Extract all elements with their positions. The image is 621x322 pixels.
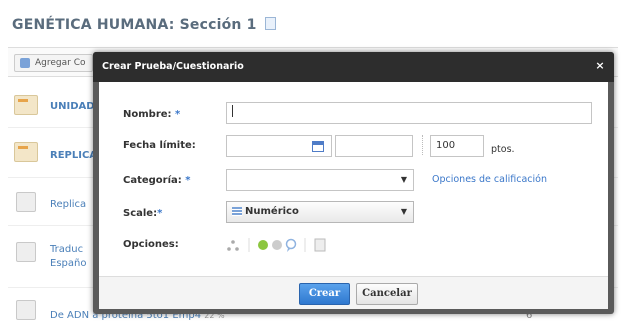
document-icon [16, 242, 36, 262]
copy-icon[interactable] [314, 238, 326, 252]
document-icon [16, 192, 36, 212]
folder-icon [14, 142, 38, 162]
name-label: Nombre: * [123, 109, 180, 120]
page-title-text: GENÉTICA HUMANA: Sección 1 [12, 17, 257, 33]
dialog-title: Crear Prueba/Cuestionario [102, 61, 244, 72]
green-dot-icon[interactable] [258, 240, 268, 250]
cancel-button[interactable]: Cancelar [356, 283, 418, 305]
category-select[interactable]: ▼ [226, 169, 414, 191]
chevron-down-icon: ▼ [400, 175, 407, 184]
chevron-down-icon: ▼ [400, 207, 407, 216]
scale-label: Scale:* [123, 208, 162, 219]
points-value: 100 [436, 140, 456, 151]
options-toolbar [227, 238, 326, 253]
create-button[interactable]: Crear [299, 283, 350, 305]
due-date-input[interactable] [226, 135, 332, 157]
document-icon [16, 300, 36, 320]
calendar-icon[interactable] [312, 141, 324, 152]
dialog-body: Nombre: * Fecha límite: 100 ptos. Catego… [99, 82, 608, 276]
name-label-text: Nombre: [123, 109, 172, 120]
dialog-footer: Crear Cancelar [99, 276, 608, 309]
list-item-label[interactable]: UNIDAD [50, 101, 95, 112]
scale-select[interactable]: Numérico ▼ [226, 201, 414, 223]
category-label: Categoría: * [123, 175, 191, 186]
close-icon[interactable]: × [594, 60, 606, 72]
due-date-label: Fecha límite: [123, 140, 196, 151]
add-content-button[interactable]: Agregar Co [14, 54, 93, 72]
points-unit: ptos. [491, 144, 515, 155]
gray-dot-icon[interactable] [272, 240, 282, 250]
points-input[interactable]: 100 [430, 135, 484, 157]
list-icon [232, 207, 242, 216]
list-item-label[interactable]: Replica [50, 199, 86, 210]
folder-icon [14, 95, 38, 115]
document-icon[interactable] [264, 17, 276, 30]
list-item-label[interactable]: Traduc [50, 244, 83, 255]
required-marker: * [185, 175, 191, 186]
list-item-label-line2[interactable]: Españo [50, 258, 86, 269]
scale-label-text: Scale: [123, 208, 158, 219]
due-time-input[interactable] [335, 135, 413, 157]
name-input[interactable] [226, 102, 592, 124]
page-title: GENÉTICA HUMANA: Sección 1 [12, 17, 276, 33]
category-label-text: Categoría: [123, 175, 182, 186]
comment-icon[interactable] [285, 238, 297, 253]
create-quiz-dialog: Crear Prueba/Cuestionario × Nombre: * Fe… [93, 52, 614, 314]
network-icon[interactable] [227, 240, 239, 251]
options-label: Opciones: [123, 239, 179, 250]
list-item-label[interactable]: REPLICA [50, 150, 97, 161]
dialog-header: Crear Prueba/Cuestionario × [93, 52, 614, 82]
scale-value: Numérico [245, 206, 299, 217]
grading-options-link[interactable]: Opciones de calificación [432, 174, 547, 185]
required-marker: * [175, 109, 181, 120]
text-cursor [232, 105, 233, 117]
required-marker: * [157, 208, 163, 219]
field-divider [422, 135, 423, 155]
